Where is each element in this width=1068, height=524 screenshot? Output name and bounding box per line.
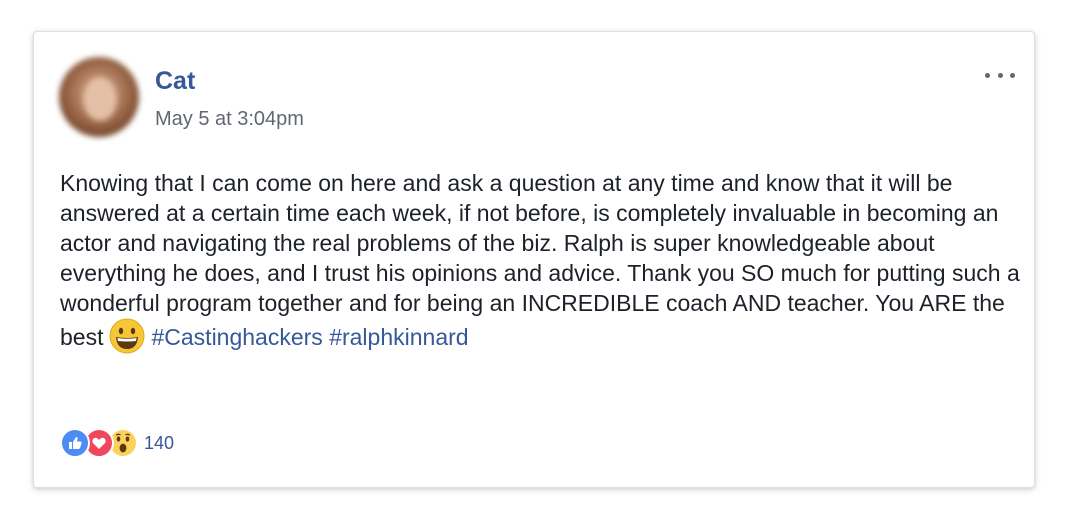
more-dots-icon: [997, 72, 1003, 78]
like-icon: [60, 428, 90, 458]
post-body: Knowing that I can come on here and ask …: [60, 168, 1020, 354]
post-timestamp[interactable]: May 5 at 3:04pm: [155, 107, 304, 131]
more-dots-icon: [985, 72, 990, 78]
reaction-count: 140: [144, 432, 175, 453]
more-dots-icon: [1010, 72, 1015, 78]
post-card: Cat May 5 at 3:04pm Knowing that I can c…: [33, 31, 1035, 488]
hashtag-link[interactable]: #ralphkinnard: [329, 324, 468, 350]
reactions-bar[interactable]: 140: [60, 427, 174, 459]
author-name[interactable]: Cat: [155, 66, 195, 96]
post-text: Knowing that I can come on here and ask …: [60, 170, 1020, 350]
avatar-face: [83, 77, 117, 121]
more-options-button[interactable]: [983, 64, 1017, 86]
avatar[interactable]: [59, 57, 139, 137]
grinning-face-icon: [109, 318, 145, 354]
hashtag-link[interactable]: #Castinghackers: [151, 324, 322, 350]
